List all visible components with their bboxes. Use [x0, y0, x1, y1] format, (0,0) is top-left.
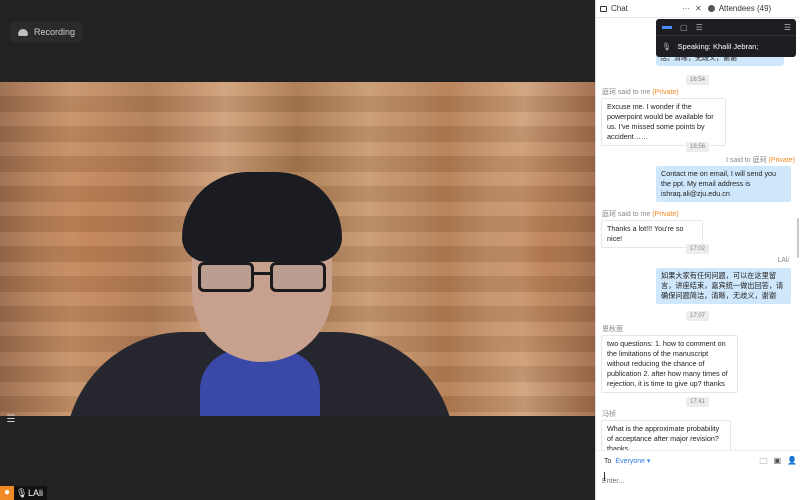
chat-input[interactable]	[602, 469, 792, 493]
recording-label: Recording	[34, 27, 76, 37]
participant-person	[60, 122, 460, 416]
microphone-icon[interactable]: 🎙	[16, 488, 27, 499]
message-sender: 恩秋茵	[602, 326, 623, 333]
tab-attendees-label: Attendees (49)	[718, 4, 772, 13]
participant-tag: ● 🎙 LAli	[0, 486, 48, 500]
chat-scrollbar[interactable]	[797, 218, 799, 258]
message-bubble: What is the approximate probability of a…	[601, 420, 731, 450]
message-bubble-partial: 活。清晰，无歧义，谢谢	[656, 56, 784, 66]
menu-icon[interactable]: ☰	[696, 23, 703, 32]
person-icon[interactable]: 👤	[787, 456, 797, 470]
panel-tabs: Chat ··· ✕ Attendees (49)	[596, 0, 800, 18]
message-sender: I said to 庭珂 (Private)	[726, 157, 795, 164]
expand-icon[interactable]: ☰	[784, 23, 791, 32]
meeting-window: Recording ☰ ● 🎙 LAli Chat ··· ✕ Attendee…	[0, 0, 800, 500]
person-icon: ●	[0, 486, 14, 500]
compose-toolbar: 🗀 ▣ 👤	[759, 456, 797, 470]
tab-attendees[interactable]: Attendees (49)	[707, 4, 772, 13]
chat-icon	[600, 5, 607, 12]
speaking-text: Speaking: Khalil Jebran;	[677, 41, 759, 51]
message-sender: 冯桢	[602, 411, 616, 418]
timestamp: 17:02	[686, 244, 710, 254]
tab-chat[interactable]: Chat	[600, 4, 682, 13]
chat-compose: To Everyone ▾ 🗀 ▣ 👤	[596, 450, 800, 500]
timestamp: 16:56	[686, 142, 710, 152]
message-sender: LAli	[777, 257, 789, 264]
more-icon[interactable]: ···	[682, 4, 690, 13]
message-sender: 庭珂 said to me (Private)	[602, 89, 679, 96]
recipient-row: To Everyone ▾	[604, 457, 650, 466]
chat-panel: Chat ··· ✕ Attendees (49) 活。清晰，无歧义，谢谢 16…	[595, 0, 800, 500]
recording-indicator[interactable]: Recording	[10, 22, 84, 42]
to-label: To	[604, 457, 612, 465]
glasses	[198, 262, 326, 294]
tab-chat-label: Chat	[611, 4, 628, 13]
speaking-overlay: ▢ ☰ ☰ 🎙 Speaking: Khalil Jebran;	[656, 19, 796, 57]
file-icon[interactable]: 🗀	[759, 456, 767, 470]
chat-tab-actions: ··· ✕	[682, 4, 702, 13]
timestamp: 17:07	[686, 311, 710, 321]
microphone-icon: 🎙	[662, 41, 672, 51]
participant-name: LAli	[28, 488, 44, 498]
list-icon[interactable]: ☰	[3, 413, 19, 427]
view-toggle-icon[interactable]	[662, 25, 672, 29]
message-sender: 庭珂 said to me (Private)	[602, 211, 679, 218]
message-bubble: 如果大家有任何问题，可以在这里留言，讲座结束，嘉宾统一做出回答，请确保问题简洁，…	[656, 268, 791, 304]
recipient-select[interactable]: Everyone ▾	[615, 457, 650, 465]
message-bubble: two questions: 1. how to comment on the …	[601, 335, 738, 393]
message-bubble: Contact me on email, I will send you the…	[656, 166, 791, 202]
close-icon[interactable]: ✕	[695, 4, 702, 13]
message-bubble: Excuse me. I wonder if the powerpoint wo…	[601, 98, 726, 146]
video-area: Recording ☰ ● 🎙 LAli	[0, 0, 595, 500]
timestamp: 17:41	[686, 397, 710, 407]
cloud-icon	[18, 28, 28, 36]
timestamp: 16:54	[686, 75, 710, 85]
person-icon	[707, 5, 715, 12]
screenshot-icon[interactable]: ▣	[773, 456, 781, 470]
participant-video	[0, 82, 595, 416]
chat-messages[interactable]: 活。清晰，无歧义，谢谢 16:54 庭珂 said to me (Private…	[596, 18, 800, 450]
window-icon[interactable]: ▢	[680, 23, 688, 32]
video-bottom-bar: ● 🎙 LAli	[0, 486, 595, 500]
